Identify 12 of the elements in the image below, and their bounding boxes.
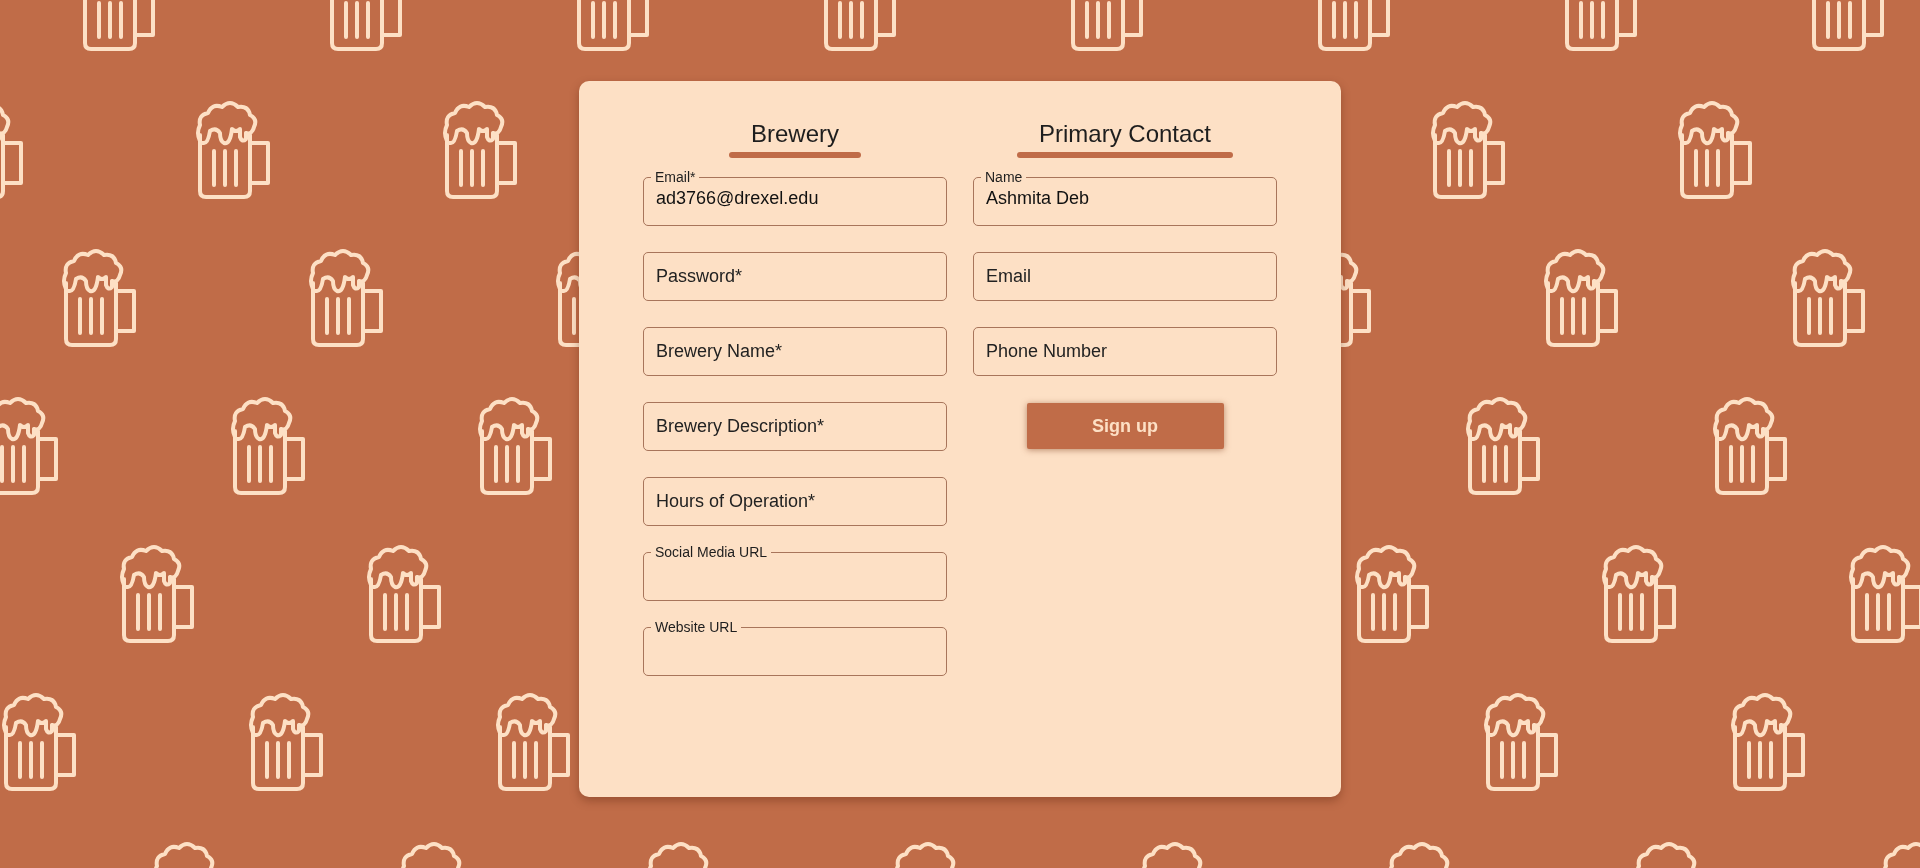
section-heading: Primary Contact xyxy=(1037,119,1212,149)
field-label: Email* xyxy=(651,169,700,185)
input-field[interactable]: Brewery Description* xyxy=(643,402,947,451)
input-field[interactable]: Password* xyxy=(643,252,947,301)
field-label: Name xyxy=(981,169,1027,185)
field-label: Social Media URL xyxy=(651,544,772,560)
field-label: Website URL xyxy=(651,619,742,635)
section-heading: Brewery xyxy=(750,119,840,149)
input-field[interactable]: Phone Number xyxy=(973,327,1277,376)
input-field[interactable]: Email xyxy=(973,252,1277,301)
input-field[interactable]: Brewery Name* xyxy=(643,327,947,376)
input-field[interactable]: Hours of Operation* xyxy=(643,477,947,526)
